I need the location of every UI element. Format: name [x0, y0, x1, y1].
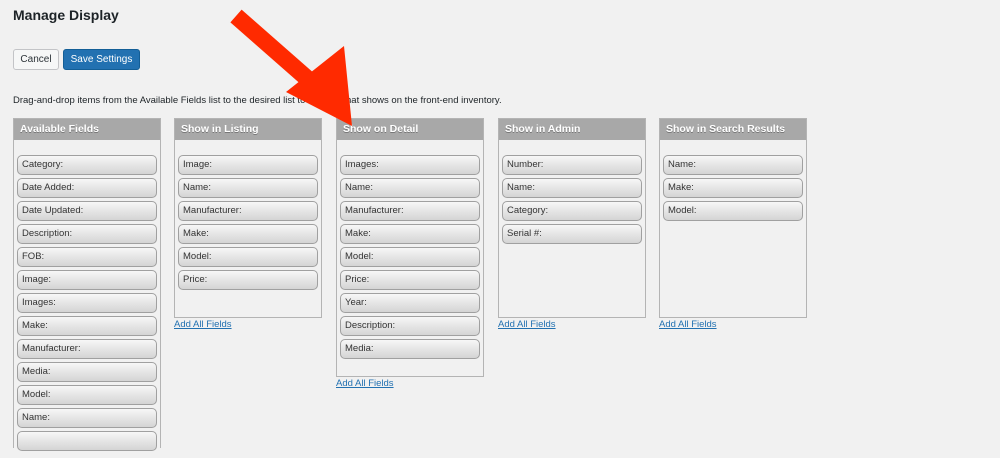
available-fields-column: Available Fields Category: Date Added: D…	[13, 118, 161, 451]
red-arrow-annotation	[230, 9, 352, 126]
column-heading: Show in Admin	[499, 119, 645, 140]
show-in-admin-list[interactable]: Number: Name: Category: Serial #:	[499, 140, 645, 251]
add-all-fields-link-listing[interactable]: Add All Fields	[174, 319, 232, 330]
save-settings-button[interactable]: Save Settings	[63, 49, 140, 70]
add-all-fields-link-search[interactable]: Add All Fields	[659, 319, 717, 330]
field-item[interactable]: Name:	[340, 178, 480, 198]
field-item[interactable]: Date Added:	[17, 178, 157, 198]
field-item[interactable]: Category:	[17, 155, 157, 175]
field-item[interactable]: Name:	[502, 178, 642, 198]
field-item[interactable]: Date Updated:	[17, 201, 157, 221]
field-item[interactable]: Price:	[178, 270, 318, 290]
field-item[interactable]: Name:	[17, 408, 157, 428]
show-in-admin-column: Show in Admin Number: Name: Category: Se…	[498, 118, 646, 318]
add-all-fields-link-admin[interactable]: Add All Fields	[498, 319, 556, 330]
field-item[interactable]	[17, 431, 157, 451]
field-item[interactable]: Description:	[340, 316, 480, 336]
field-item[interactable]: Manufacturer:	[17, 339, 157, 359]
show-in-search-results-list[interactable]: Name: Make: Model:	[660, 140, 806, 228]
field-item[interactable]: Manufacturer:	[340, 201, 480, 221]
available-fields-list[interactable]: Category: Date Added: Date Updated: Desc…	[14, 140, 160, 458]
field-item[interactable]: Make:	[17, 316, 157, 336]
field-item[interactable]: Model:	[663, 201, 803, 221]
field-item[interactable]: Media:	[17, 362, 157, 382]
field-item[interactable]: Price:	[340, 270, 480, 290]
field-item[interactable]: Number:	[502, 155, 642, 175]
field-item[interactable]: Media:	[340, 339, 480, 359]
field-item[interactable]: Description:	[17, 224, 157, 244]
field-item[interactable]: Model:	[340, 247, 480, 267]
field-item[interactable]: FOB:	[17, 247, 157, 267]
field-item[interactable]: Make:	[178, 224, 318, 244]
show-in-listing-list[interactable]: Image: Name: Manufacturer: Make: Model: …	[175, 140, 321, 297]
column-heading: Show in Search Results	[660, 119, 806, 140]
field-item[interactable]: Year:	[340, 293, 480, 313]
field-item[interactable]: Name:	[663, 155, 803, 175]
page-title: Manage Display	[13, 7, 119, 23]
field-item[interactable]: Image:	[178, 155, 318, 175]
cancel-button[interactable]: Cancel	[13, 49, 59, 70]
field-item[interactable]: Make:	[663, 178, 803, 198]
show-in-listing-column: Show in Listing Image: Name: Manufacture…	[174, 118, 322, 318]
field-item[interactable]: Model:	[178, 247, 318, 267]
show-on-detail-list[interactable]: Images: Name: Manufacturer: Make: Model:…	[337, 140, 483, 366]
show-in-search-results-column: Show in Search Results Name: Make: Model…	[659, 118, 807, 318]
field-item[interactable]: Image:	[17, 270, 157, 290]
show-on-detail-column: Show on Detail Images: Name: Manufacture…	[336, 118, 484, 377]
field-item[interactable]: Make:	[340, 224, 480, 244]
column-heading: Available Fields	[14, 119, 160, 140]
add-all-fields-link-detail[interactable]: Add All Fields	[336, 378, 394, 389]
field-item[interactable]: Images:	[17, 293, 157, 313]
field-item[interactable]: Manufacturer:	[178, 201, 318, 221]
field-item[interactable]: Images:	[340, 155, 480, 175]
field-item[interactable]: Model:	[17, 385, 157, 405]
field-item[interactable]: Name:	[178, 178, 318, 198]
field-item[interactable]: Serial #:	[502, 224, 642, 244]
field-item[interactable]: Category:	[502, 201, 642, 221]
